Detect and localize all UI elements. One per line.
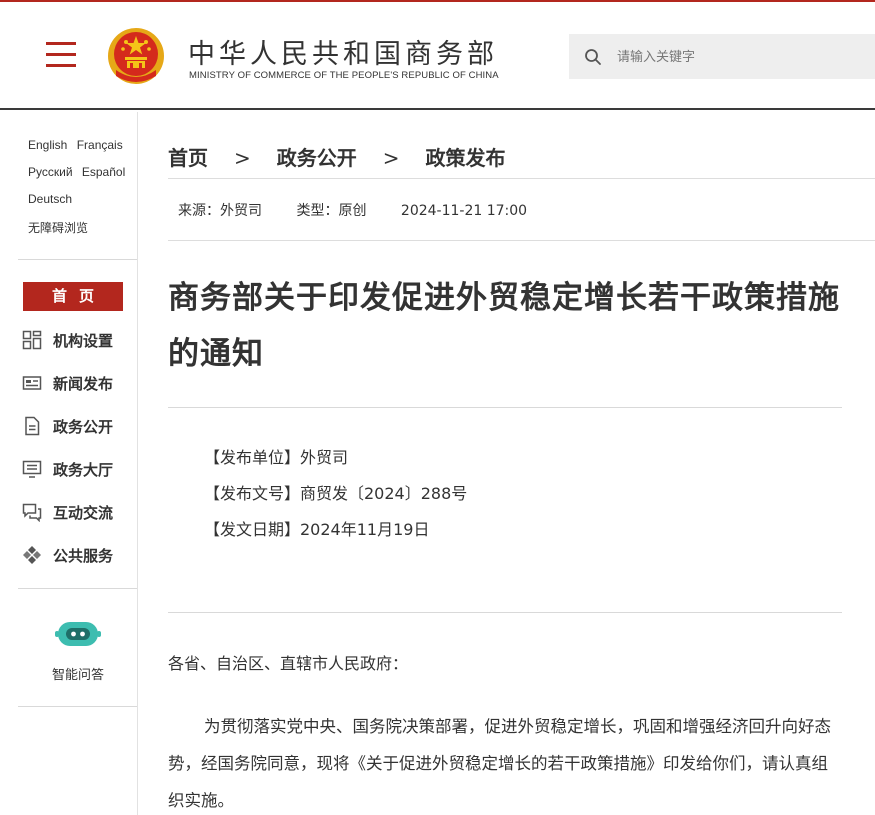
sidebar-item-organization[interactable]: 机构设置 [22,325,137,355]
breadcrumb-gov-affairs-link[interactable]: 政务公开 [277,146,357,170]
title-divider [168,407,842,408]
national-emblem-icon[interactable] [106,24,166,88]
sidebar-item-label: 机构设置 [53,331,114,350]
breadcrumb-home-link[interactable]: 首页 [168,146,208,170]
monitor-icon [22,460,42,478]
article-meta: 来源：外贸司 类型：原创 2024-11-21 17:00 [178,200,557,220]
document-icon [25,416,40,436]
breadcrumb-separator: > [234,146,251,170]
sidebar: English Français Русский Español Deutsch… [0,112,138,815]
lang-french-link[interactable]: Français [77,138,123,152]
lang-english-link[interactable]: English [28,138,67,152]
article-datetime: 2024-11-21 17:00 [400,203,528,219]
lang-german-link[interactable]: Deutsch [28,192,72,206]
sidebar-divider [18,706,137,707]
sidebar-item-gov-affairs[interactable]: 政务公开 [22,411,137,441]
chat-icon [22,503,42,522]
article-body: 为贯彻落实党中央、国务院决策部署，促进外贸稳定增长，巩固和增强经济回升向好态势，… [168,717,831,810]
article-title: 商务部关于印发促进外贸稳定增长若干政策措施的通知 [168,280,840,372]
search-input[interactable] [617,42,867,72]
sidebar-item-interaction[interactable]: 互动交流 [22,497,137,527]
lang-russian-link[interactable]: Русский [28,165,73,179]
site-header: 中华人民共和国商务部 MINISTRY OF COMMERCE OF THE P… [0,2,875,110]
article-salutation: 各省、自治区、直辖市人民政府： [168,654,409,673]
sidebar-item-label: 政务公开 [53,417,114,436]
breadcrumb-divider [168,178,875,179]
search-box [569,34,875,79]
accessibility-link[interactable]: 无障碍浏览 [28,221,88,235]
sidebar-item-label: 互动交流 [53,503,114,522]
site-name[interactable]: 中华人民共和国商务部 [188,32,498,71]
sidebar-item-service-hall[interactable]: 政务大厅 [22,454,137,484]
sidebar-item-label: 公共服务 [53,546,114,565]
doc-info-divider [168,612,842,613]
assistant-label[interactable]: 智能问答 [18,664,138,683]
sidebar-item-public-service[interactable]: 公共服务 [22,540,137,570]
document-info: 【发布单位】外贸司 【发布文号】商贸发〔2024〕288号 【发文日期】2024… [204,440,467,548]
sidebar-item-label: 政务大厅 [53,460,114,479]
language-links: English Français Русский Español Deutsch… [28,138,138,246]
doc-date: 【发文日期】2024年11月19日 [204,520,430,539]
meta-divider [168,240,875,241]
sidebar-home-button[interactable]: 首页 [23,282,123,311]
doc-issuer: 【发布单位】外贸司 [204,448,349,467]
doc-number: 【发布文号】商贸发〔2024〕288号 [204,484,468,503]
sidebar-divider [18,588,137,589]
breadcrumb-policy-link[interactable]: 政策发布 [426,146,506,170]
lang-spanish-link[interactable]: Español [82,165,125,179]
menu-icon[interactable] [46,42,76,68]
news-icon [22,376,42,390]
robot-assistant-icon[interactable] [55,620,101,648]
breadcrumb-separator: > [382,146,400,170]
site-name-en: MINISTRY OF COMMERCE OF THE PEOPLE'S REP… [189,70,499,81]
breadcrumb: 首页 > 政务公开 > 政策发布 [168,142,506,171]
sidebar-divider [18,259,137,260]
article-source: 来源：外贸司 [178,203,262,219]
service-icon [23,546,41,564]
search-icon[interactable] [583,47,603,67]
article-type: 类型：原创 [296,203,367,219]
grid-icon [22,330,42,350]
sidebar-item-label: 新闻发布 [53,374,114,393]
sidebar-item-news[interactable]: 新闻发布 [22,368,137,398]
